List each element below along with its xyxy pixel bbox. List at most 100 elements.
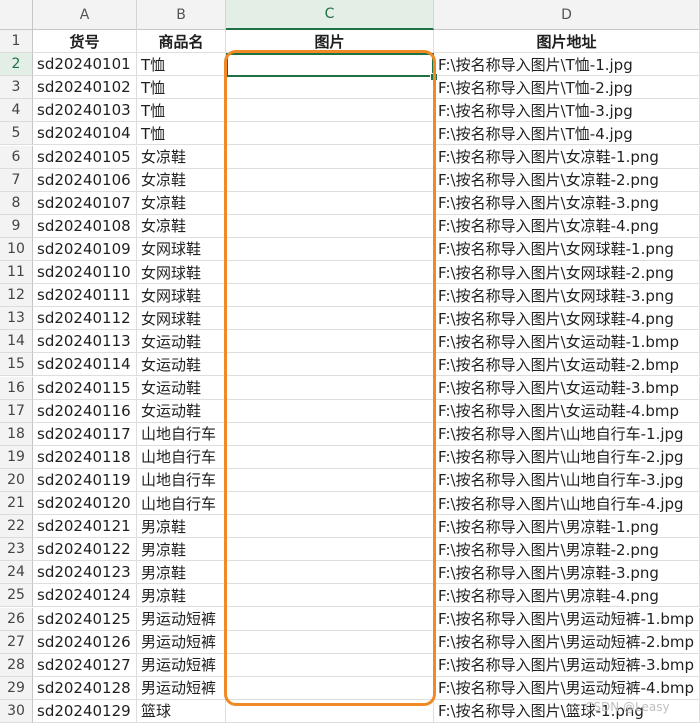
cell-a[interactable]: sd20240101 xyxy=(33,53,137,77)
row-header[interactable]: 20 xyxy=(0,468,33,492)
cell-b[interactable]: 女运动鞋 xyxy=(137,399,226,423)
cell-b[interactable]: 山地自行车 xyxy=(137,492,226,516)
row-header[interactable]: 14 xyxy=(0,330,33,354)
cell-b[interactable]: 男运动短裤 xyxy=(137,607,226,631)
cell-a[interactable]: sd20240109 xyxy=(33,237,137,261)
cell-a[interactable]: sd20240124 xyxy=(33,584,137,608)
row-header[interactable]: 21 xyxy=(0,492,33,516)
cell-b[interactable]: T恤 xyxy=(137,122,226,146)
cell-b[interactable]: 女运动鞋 xyxy=(137,330,226,354)
cell-b[interactable]: T恤 xyxy=(137,53,226,77)
cell-a[interactable]: sd20240111 xyxy=(33,284,137,308)
row-header[interactable]: 15 xyxy=(0,353,33,377)
cell-b[interactable]: 男凉鞋 xyxy=(137,515,226,539)
cell-b[interactable]: 男凉鞋 xyxy=(137,584,226,608)
cell-d[interactable]: F:\按名称导入图片\山地自行车-1.jpg xyxy=(434,422,700,446)
cell-b[interactable]: 男运动短裤 xyxy=(137,676,226,700)
row-header[interactable]: 26 xyxy=(0,607,33,631)
cell-a[interactable]: sd20240127 xyxy=(33,653,137,677)
cell-a[interactable]: sd20240110 xyxy=(33,261,137,285)
row-header[interactable]: 1 xyxy=(0,30,33,54)
cell-b[interactable]: 男运动短裤 xyxy=(137,630,226,654)
cell-b[interactable]: 女凉鞋 xyxy=(137,168,226,192)
row-header[interactable]: 24 xyxy=(0,561,33,585)
cell-d[interactable]: F:\按名称导入图片\T恤-1.jpg xyxy=(434,53,700,77)
row-header[interactable]: 6 xyxy=(0,145,33,169)
cell-b[interactable]: 山地自行车 xyxy=(137,445,226,469)
row-header[interactable]: 28 xyxy=(0,653,33,677)
row-header[interactable]: 29 xyxy=(0,676,33,700)
cell-d[interactable]: F:\按名称导入图片\女网球鞋-2.png xyxy=(434,261,700,285)
cell-d[interactable]: F:\按名称导入图片\女运动鞋-4.bmp xyxy=(434,399,700,423)
cell-b[interactable]: T恤 xyxy=(137,99,226,123)
cell-b[interactable]: 女网球鞋 xyxy=(137,284,226,308)
row-header[interactable]: 13 xyxy=(0,307,33,331)
cell-a[interactable]: sd20240122 xyxy=(33,538,137,562)
cell-b[interactable]: 山地自行车 xyxy=(137,422,226,446)
cell-a[interactable]: sd20240114 xyxy=(33,353,137,377)
cell-d[interactable]: F:\按名称导入图片\女凉鞋-4.png xyxy=(434,214,700,238)
row-header[interactable]: 8 xyxy=(0,191,33,215)
cell-d[interactable]: F:\按名称导入图片\男凉鞋-2.png xyxy=(434,538,700,562)
cell-d[interactable]: F:\按名称导入图片\男运动短裤-4.bmp xyxy=(434,676,700,700)
row-header[interactable]: 5 xyxy=(0,122,33,146)
cell-d[interactable]: F:\按名称导入图片\女运动鞋-1.bmp xyxy=(434,330,700,354)
column-header-a[interactable]: A xyxy=(33,0,137,30)
cell-b[interactable]: 男运动短裤 xyxy=(137,653,226,677)
cell-b[interactable]: 男凉鞋 xyxy=(137,561,226,585)
cell-d[interactable]: F:\按名称导入图片\男凉鞋-3.png xyxy=(434,561,700,585)
cell-a[interactable]: sd20240123 xyxy=(33,561,137,585)
cell-a[interactable]: sd20240119 xyxy=(33,468,137,492)
column-header-c[interactable]: C xyxy=(226,0,434,30)
cell-b[interactable]: 女凉鞋 xyxy=(137,145,226,169)
cell-b[interactable]: T恤 xyxy=(137,76,226,100)
cell-d[interactable]: F:\按名称导入图片\男凉鞋-1.png xyxy=(434,515,700,539)
cell-b[interactable]: 男凉鞋 xyxy=(137,538,226,562)
cell-b[interactable]: 女运动鞋 xyxy=(137,376,226,400)
cell-b[interactable]: 女凉鞋 xyxy=(137,214,226,238)
cell-a[interactable]: sd20240102 xyxy=(33,76,137,100)
cell-a[interactable]: sd20240120 xyxy=(33,492,137,516)
cell-d[interactable]: F:\按名称导入图片\男凉鞋-4.png xyxy=(434,584,700,608)
cell-b[interactable]: 女网球鞋 xyxy=(137,237,226,261)
cell-d[interactable]: F:\按名称导入图片\女运动鞋-3.bmp xyxy=(434,376,700,400)
row-header[interactable]: 9 xyxy=(0,214,33,238)
cell-d[interactable]: F:\按名称导入图片\女凉鞋-3.png xyxy=(434,191,700,215)
cell-a[interactable]: sd20240115 xyxy=(33,376,137,400)
cell-a[interactable]: sd20240103 xyxy=(33,99,137,123)
header-cell-b[interactable]: 商品名 xyxy=(137,30,226,54)
row-header[interactable]: 16 xyxy=(0,376,33,400)
cell-d[interactable]: F:\按名称导入图片\T恤-2.jpg xyxy=(434,76,700,100)
cell-b[interactable]: 女网球鞋 xyxy=(137,307,226,331)
cell-a[interactable]: sd20240118 xyxy=(33,445,137,469)
row-header[interactable]: 11 xyxy=(0,261,33,285)
cell-d[interactable]: F:\按名称导入图片\男运动短裤-2.bmp xyxy=(434,630,700,654)
row-header[interactable]: 12 xyxy=(0,284,33,308)
cell-d[interactable]: F:\按名称导入图片\女凉鞋-2.png xyxy=(434,168,700,192)
cell-d[interactable]: F:\按名称导入图片\T恤-4.jpg xyxy=(434,122,700,146)
cell-d[interactable]: F:\按名称导入图片\男运动短裤-3.bmp xyxy=(434,653,700,677)
cell-a[interactable]: sd20240107 xyxy=(33,191,137,215)
header-cell-a[interactable]: 货号 xyxy=(33,30,137,54)
cell-a[interactable]: sd20240104 xyxy=(33,122,137,146)
cell-b[interactable]: 女凉鞋 xyxy=(137,191,226,215)
row-header[interactable]: 18 xyxy=(0,422,33,446)
row-header[interactable]: 10 xyxy=(0,237,33,261)
cell-d[interactable]: F:\按名称导入图片\T恤-3.jpg xyxy=(434,99,700,123)
row-header[interactable]: 19 xyxy=(0,445,33,469)
cell-d[interactable]: F:\按名称导入图片\女凉鞋-1.png xyxy=(434,145,700,169)
cell-d[interactable]: F:\按名称导入图片\山地自行车-2.jpg xyxy=(434,445,700,469)
row-header[interactable]: 27 xyxy=(0,630,33,654)
cell-a[interactable]: sd20240116 xyxy=(33,399,137,423)
cell-a[interactable]: sd20240105 xyxy=(33,145,137,169)
row-header[interactable]: 7 xyxy=(0,168,33,192)
row-header[interactable]: 22 xyxy=(0,515,33,539)
cell-a[interactable]: sd20240113 xyxy=(33,330,137,354)
cell-d[interactable]: F:\按名称导入图片\女网球鞋-3.png xyxy=(434,284,700,308)
cell-a[interactable]: sd20240125 xyxy=(33,607,137,631)
cell-d[interactable]: F:\按名称导入图片\山地自行车-4.jpg xyxy=(434,492,700,516)
cell-a[interactable]: sd20240108 xyxy=(33,214,137,238)
cell-d[interactable]: F:\按名称导入图片\山地自行车-3.jpg xyxy=(434,468,700,492)
cell-d[interactable]: F:\按名称导入图片\女网球鞋-4.png xyxy=(434,307,700,331)
cell-a[interactable]: sd20240117 xyxy=(33,422,137,446)
